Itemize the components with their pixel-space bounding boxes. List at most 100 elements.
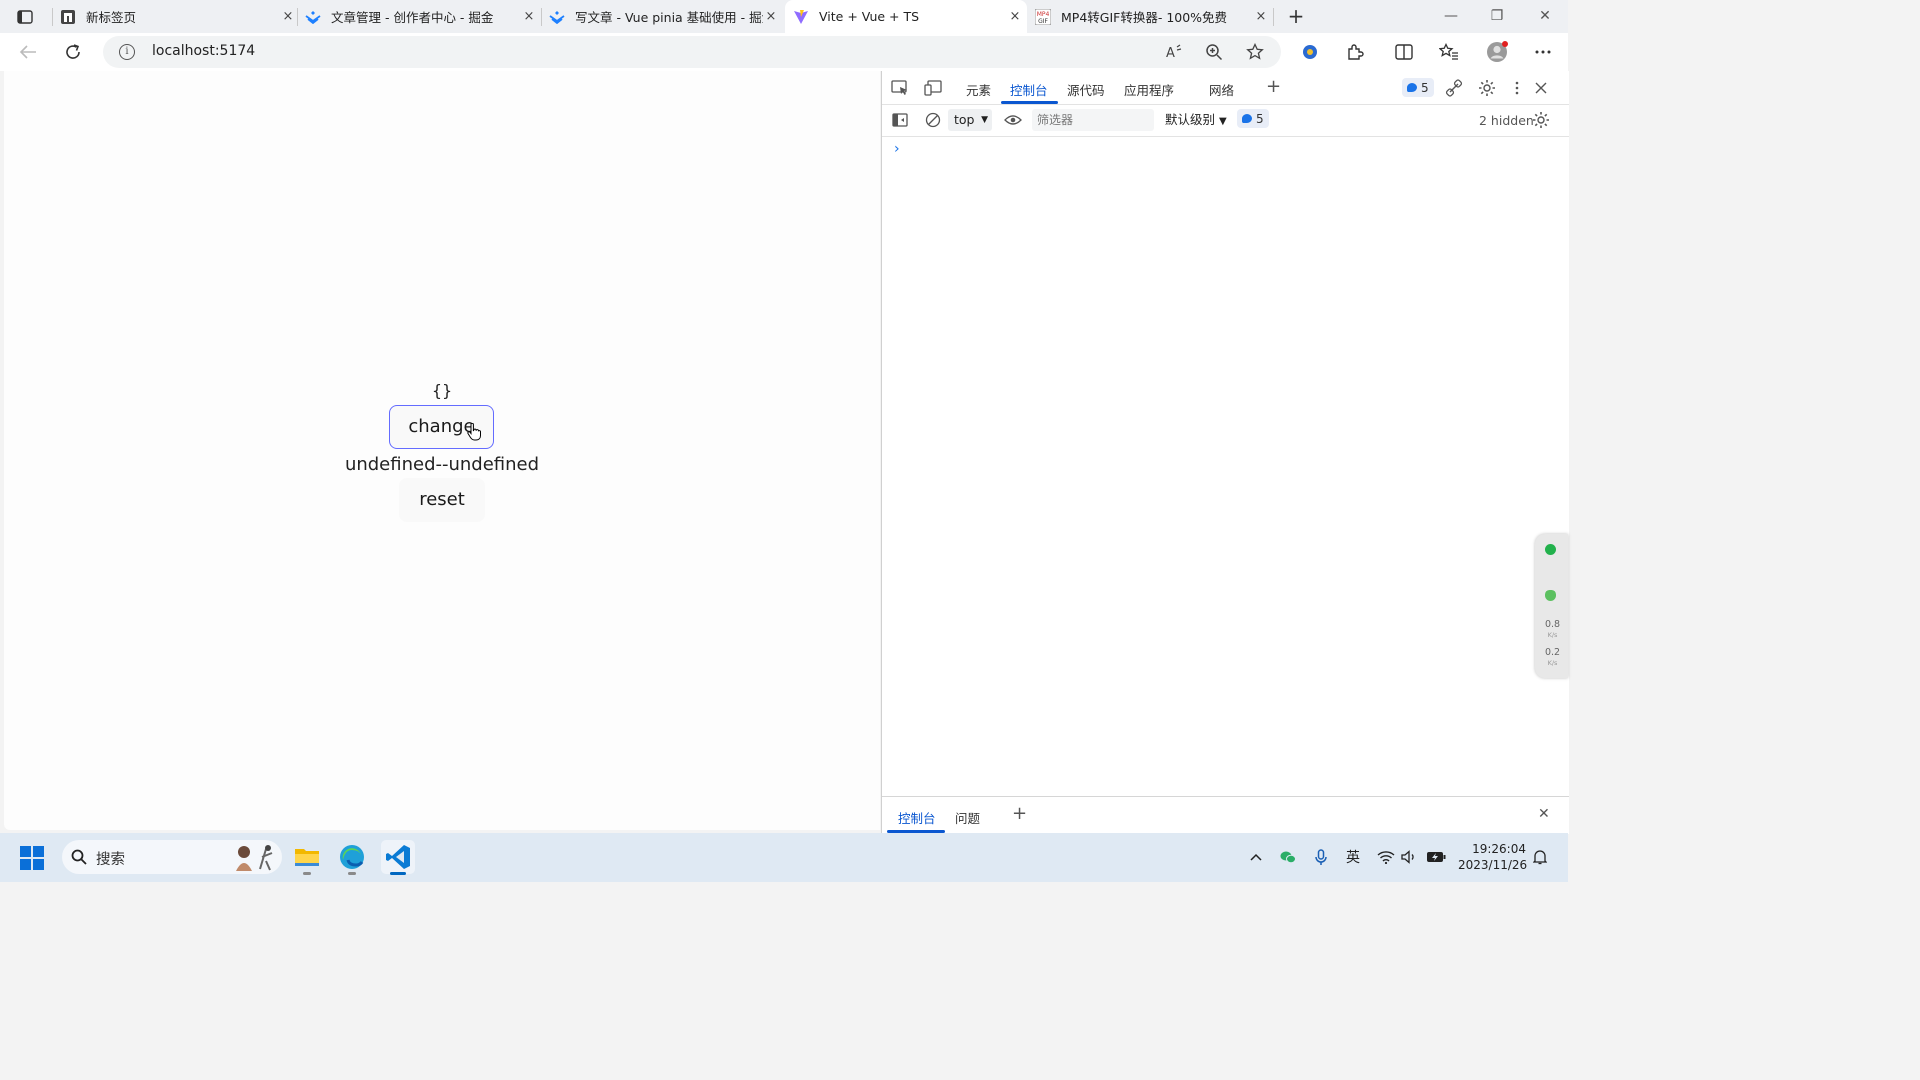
zoom-icon[interactable] [1203,42,1225,62]
refresh-button[interactable] [61,41,85,63]
tab-actions-button[interactable] [12,6,38,28]
volume-icon[interactable] [1400,847,1420,867]
extensions-icon[interactable] [1343,41,1367,63]
notification-bell-icon[interactable] [1530,847,1550,867]
battery-icon[interactable] [1425,847,1447,867]
devtools-close-icon[interactable] [1531,78,1551,98]
tab-separator [52,8,53,26]
add-panel-button[interactable]: + [1266,76,1281,97]
console-filter-input[interactable]: 筛选器 [1032,109,1154,131]
live-expression-eye-icon[interactable] [1003,110,1023,130]
page-viewport: {} change undefined--undefined reset [4,71,880,830]
vscode-icon [386,845,410,869]
taskbar-edge[interactable] [335,840,369,875]
context-value: top [954,112,975,127]
vue-app: {} change undefined--undefined reset [4,71,880,830]
running-indicator [348,872,356,875]
microphone-icon[interactable] [1312,847,1330,867]
device-emulation-icon[interactable] [923,78,943,98]
taskbar-search[interactable]: 搜索 [62,840,282,874]
active-tab-indicator [1001,101,1058,104]
edge-icon [340,845,364,869]
settings-more-icon[interactable] [1531,41,1555,63]
taskbar-file-explorer[interactable] [290,840,324,875]
drawer-add-button[interactable]: + [1012,803,1027,824]
file-explorer-icon [295,849,319,866]
tab-mp4-gif[interactable]: MP4 GIF MP4转GIF转换器- 100%免费 × [1035,0,1269,33]
console-prompt-caret-icon[interactable]: › [894,141,900,157]
chevron-down-icon: ▼ [981,115,988,125]
upload-speed: 0.8 [1544,619,1561,630]
tab-juejin-write[interactable]: 写文章 - Vue pinia 基础使用 - 掘金 × [549,0,779,33]
start-button[interactable] [20,846,45,871]
devtools-panel: 元素 控制台 源代码 应用程序 网络 + 5 top ▼ 筛选器 默认级别 ▼ … [881,71,1569,834]
messages-count: 5 [1421,80,1429,95]
profile-avatar[interactable] [1485,41,1509,63]
devtools-drawer: 控制台 问题 + ✕ [882,796,1569,834]
window-close-button[interactable]: ✕ [1530,6,1560,26]
devtools-more-icon[interactable] [1507,78,1527,98]
console-settings-gear-icon[interactable] [1531,110,1551,130]
tab-close-icon[interactable]: × [1007,9,1023,25]
vite-icon [793,9,809,25]
tab-application[interactable]: 应用程序 [1124,80,1174,99]
url-text[interactable]: localhost:5174 [152,43,255,59]
show-hidden-icons-chevron-up-icon[interactable] [1247,847,1265,867]
taskbar-vscode[interactable] [381,840,415,875]
svg-text:GIF: GIF [1038,18,1048,25]
back-button[interactable] [16,41,40,63]
connect-icon[interactable] [1444,78,1464,98]
minimize-button[interactable]: — [1436,6,1466,26]
network-speed-widget[interactable]: 0.8 K/s 0.2 K/s [1535,534,1568,678]
reset-button[interactable]: reset [399,478,485,522]
address-bar[interactable]: i localhost:5174 A [103,36,1281,68]
drawer-close-icon[interactable]: ✕ [1538,806,1550,822]
tab-close-icon[interactable]: × [763,9,779,25]
sidebar-toggle-icon[interactable] [890,110,910,130]
tab-title: Vite + Vue + TS [819,9,920,24]
tab-console[interactable]: 控制台 [1010,80,1048,99]
tab-juejin-articles[interactable]: 文章管理 - 创作者中心 - 掘金 × [305,0,537,33]
extension-badge-icon[interactable] [1298,41,1322,63]
favorite-star-icon[interactable] [1244,42,1266,62]
clear-console-icon[interactable] [923,110,943,130]
context-select[interactable]: top ▼ [948,109,992,131]
log-level-select[interactable]: 默认级别 ▼ [1165,109,1227,133]
tab-sources[interactable]: 源代码 [1067,80,1105,99]
console-filter-bar: top ▼ 筛选器 默认级别 ▼ 5 2 hidden [882,105,1569,137]
favorites-list-icon[interactable] [1437,41,1461,63]
issues-count-badge[interactable]: 5 [1237,109,1269,128]
split-screen-icon[interactable] [1392,41,1416,63]
system-clock[interactable]: 19:26:04 2023/11/26 [1458,841,1528,873]
input-method-indicator[interactable]: 英 [1342,847,1364,867]
tab-title: 写文章 - Vue pinia 基础使用 - 掘金 [575,10,763,25]
wifi-icon[interactable] [1376,847,1396,867]
tab-separator [297,8,298,26]
maximize-button[interactable]: ❐ [1482,6,1512,26]
clock-date: 2023/11/26 [1458,858,1528,872]
messages-count-badge[interactable]: 5 [1402,78,1434,97]
tab-separator [1273,8,1274,26]
tab-close-icon[interactable]: × [521,9,537,25]
tab-elements[interactable]: 元素 [966,80,991,99]
refresh-icon [66,44,80,59]
wechat-tray-icon[interactable] [1278,847,1298,867]
tab-vite-app[interactable]: Vite + Vue + TS × [785,0,1027,33]
tab-close-icon[interactable]: × [1253,9,1269,25]
log-level-value: 默认级别 [1165,112,1216,127]
site-info-icon[interactable]: i [119,44,135,60]
store-json-output: {} [431,381,453,400]
inspect-element-icon[interactable] [890,78,910,98]
new-tab-button[interactable]: + [1283,4,1309,28]
hidden-messages-count: 2 hidden [1479,113,1534,128]
tab-newtab[interactable]: 新标签页 × [60,0,296,33]
drawer-tab-console[interactable]: 控制台 [898,808,936,827]
read-aloud-icon[interactable]: A [1163,42,1185,62]
download-speed: 0.2 [1544,647,1561,658]
tab-network[interactable]: 网络 [1209,80,1234,99]
svg-text:A: A [1166,46,1175,60]
devtools-settings-gear-icon[interactable] [1477,78,1497,98]
drawer-tab-issues[interactable]: 问题 [955,808,980,827]
juejin-icon [549,9,565,25]
tab-close-icon[interactable]: × [280,9,296,25]
